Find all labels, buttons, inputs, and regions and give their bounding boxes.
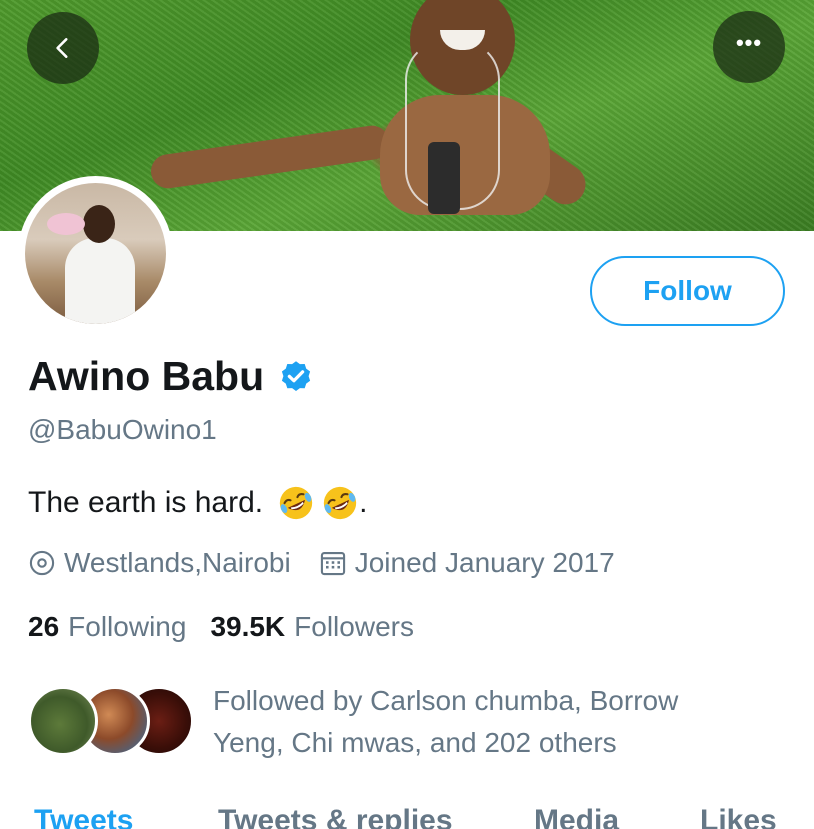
chevron-left-icon — [56, 38, 68, 58]
banner-phone — [428, 142, 460, 214]
follow-button[interactable]: Follow — [590, 256, 785, 326]
display-name: Awino Babu — [28, 353, 265, 399]
follower-avatar — [28, 686, 98, 756]
profile-name-row: Awino Babu — [28, 353, 314, 400]
follower-avatars — [28, 680, 194, 758]
followers-label: Followers — [294, 611, 414, 642]
followed-by-section[interactable]: Followed by Carlson chumba, Borrow Yeng,… — [28, 680, 733, 764]
profile-handle: @BabuOwino1 — [28, 414, 217, 445]
rolling-laughing-emoji-icon — [323, 486, 357, 520]
tab-tweets-replies[interactable]: Tweets & replies — [218, 804, 453, 829]
profile-avatar[interactable] — [18, 176, 173, 331]
following-stat[interactable]: 26 Following — [28, 611, 186, 643]
bio-suffix: . — [359, 486, 368, 519]
more-options-button[interactable]: ••• — [713, 11, 785, 83]
tab-media[interactable]: Media — [534, 804, 619, 829]
following-label: Following — [68, 611, 187, 642]
joined-text: Joined January 2017 — [354, 547, 615, 578]
profile-tabs: Tweets Tweets & replies Media Likes — [0, 800, 814, 829]
following-count: 26 — [28, 611, 60, 642]
followed-by-text: Followed by Carlson chumba, Borrow Yeng,… — [213, 685, 679, 758]
followers-count: 39.5K — [210, 611, 286, 642]
bio-text: The earth is hard. — [28, 486, 264, 519]
location-text: Westlands,Nairobi — [64, 547, 291, 578]
back-button[interactable] — [27, 12, 99, 84]
location-pin-icon — [29, 550, 55, 576]
profile-bio: The earth is hard. . — [28, 484, 367, 522]
joined-item: Joined January 2017 — [319, 547, 615, 579]
calendar-icon — [320, 552, 345, 576]
tab-likes[interactable]: Likes — [700, 804, 777, 829]
tab-tweets[interactable]: Tweets — [34, 804, 133, 829]
more-dots-icon: ••• — [735, 30, 763, 55]
avatar-image — [25, 183, 166, 324]
location-item: Westlands,Nairobi — [28, 547, 291, 579]
follow-stats: 26 Following 39.5K Followers — [28, 611, 414, 643]
banner-figure-arm — [148, 123, 392, 191]
verified-badge-icon — [282, 360, 311, 391]
profile-meta: Westlands,Nairobi Joined January 2017 — [28, 547, 615, 579]
rolling-laughing-emoji-icon — [279, 486, 313, 520]
followers-stat[interactable]: 39.5K Followers — [210, 611, 414, 643]
